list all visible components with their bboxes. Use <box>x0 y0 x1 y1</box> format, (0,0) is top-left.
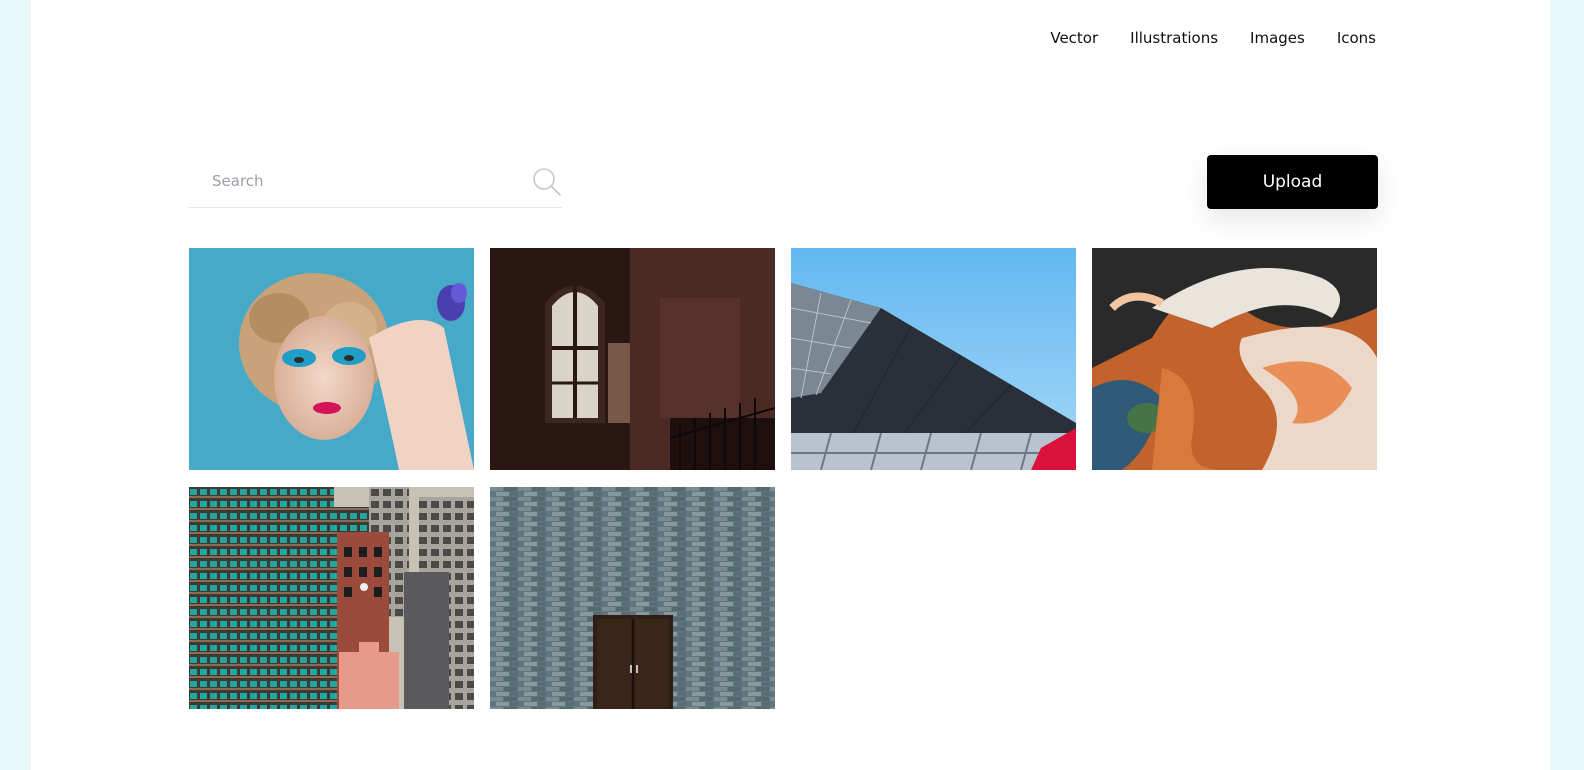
gallery-photo-aerial-landscape[interactable] <box>1092 248 1377 470</box>
gallery-photo-stone-wall-door[interactable] <box>490 487 775 709</box>
search-input[interactable] <box>189 156 519 206</box>
nav-link-images[interactable]: Images <box>1250 27 1305 49</box>
nav-link-vector[interactable]: Vector <box>1050 27 1098 49</box>
search-icon[interactable] <box>532 167 562 197</box>
gallery-photo-architecture[interactable] <box>791 248 1076 470</box>
nav-link-illustrations[interactable]: Illustrations <box>1130 27 1218 49</box>
search-bar <box>189 156 562 208</box>
upload-button[interactable]: Upload <box>1207 155 1378 209</box>
gallery-photo-window-interior[interactable] <box>490 248 775 470</box>
top-nav: Vector Illustrations Images Icons <box>1050 27 1376 49</box>
page: Vector Illustrations Images Icons Upload <box>31 0 1550 770</box>
gallery-photo-portrait[interactable] <box>189 248 474 470</box>
photo-gallery <box>189 248 1378 709</box>
gallery-photo-city-buildings[interactable] <box>189 487 474 709</box>
nav-link-icons[interactable]: Icons <box>1337 27 1376 49</box>
